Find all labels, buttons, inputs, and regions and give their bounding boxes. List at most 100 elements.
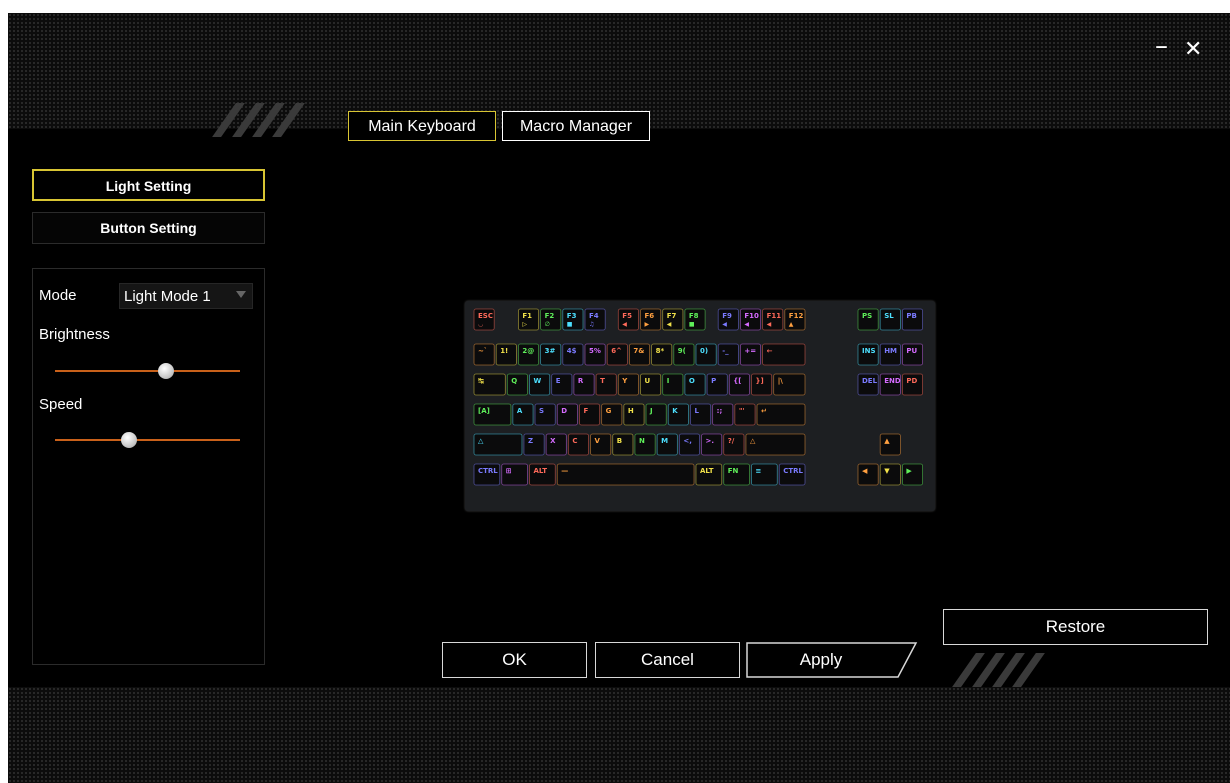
- restore-button[interactable]: Restore: [943, 609, 1208, 645]
- svg-text:F12: F12: [789, 312, 804, 320]
- svg-text:—: —: [561, 467, 568, 475]
- key: "': [734, 403, 756, 426]
- key: |\: [773, 373, 806, 396]
- sidebar-item-button-setting[interactable]: Button Setting: [32, 212, 265, 244]
- minimize-icon[interactable]: –: [1155, 33, 1168, 59]
- svg-text:Z: Z: [528, 437, 533, 445]
- svg-text:Y: Y: [621, 377, 628, 385]
- svg-text:PD: PD: [906, 377, 917, 385]
- key: F7◀: [662, 308, 684, 331]
- svg-text:F2: F2: [545, 312, 555, 320]
- key: -_: [717, 343, 739, 366]
- svg-text:■: ■: [567, 321, 573, 328]
- svg-text:△: △: [478, 437, 484, 445]
- tab-macro-manager[interactable]: Macro Manager: [502, 111, 650, 141]
- ok-button[interactable]: OK: [442, 642, 587, 678]
- svg-text:F: F: [583, 407, 588, 415]
- svg-text:◀: ◀: [667, 321, 672, 328]
- key: G: [601, 403, 623, 426]
- svg-text:D: D: [561, 407, 567, 415]
- key: 9(: [673, 343, 695, 366]
- svg-text:0): 0): [700, 347, 708, 355]
- svg-text:▲: ▲: [789, 321, 794, 328]
- svg-text:R: R: [578, 377, 584, 385]
- svg-text:⊞: ⊞: [506, 467, 512, 475]
- key: F2∅: [540, 308, 562, 331]
- key: ↹: [473, 373, 506, 396]
- svg-text:I: I: [667, 377, 670, 385]
- nav-key: ◀: [857, 463, 879, 486]
- svg-text:PS: PS: [862, 312, 872, 320]
- svg-text:ALT: ALT: [534, 467, 548, 475]
- svg-text:△: △: [750, 437, 756, 445]
- svg-text:▶: ▶: [645, 321, 650, 328]
- svg-text:♫: ♫: [589, 321, 594, 328]
- key: 8*: [651, 343, 673, 366]
- svg-text:Q: Q: [511, 377, 517, 385]
- key: [A]: [473, 403, 512, 426]
- svg-text:←: ←: [767, 347, 773, 355]
- svg-text:-_: -_: [722, 347, 729, 355]
- key: A: [512, 403, 534, 426]
- svg-text:▶: ▶: [906, 467, 912, 475]
- svg-text:J: J: [649, 407, 653, 415]
- key: 5%: [584, 343, 606, 366]
- svg-text:~`: ~`: [478, 347, 487, 355]
- svg-text:PB: PB: [906, 312, 916, 320]
- brightness-slider-thumb[interactable]: [158, 363, 174, 379]
- key: V: [590, 433, 612, 456]
- key: +=: [739, 343, 761, 366]
- svg-text:F9: F9: [722, 312, 732, 320]
- apply-button[interactable]: Apply: [746, 642, 918, 678]
- svg-text:F4: F4: [589, 312, 599, 320]
- svg-text:◀: ◀: [767, 321, 772, 328]
- footer-texture: [8, 687, 1230, 783]
- brightness-slider[interactable]: [55, 363, 240, 379]
- speed-slider[interactable]: [55, 432, 240, 448]
- speed-slider-thumb[interactable]: [121, 432, 137, 448]
- key: X: [545, 433, 567, 456]
- sidebar-item-light-setting[interactable]: Light Setting: [32, 169, 265, 201]
- mode-select-value: Light Mode 1: [124, 288, 211, 305]
- svg-text:SL: SL: [884, 312, 894, 320]
- key: S: [534, 403, 556, 426]
- nav-key: ▲: [879, 433, 901, 456]
- svg-text:◀: ◀: [862, 467, 868, 475]
- svg-text:}]: }]: [756, 377, 764, 385]
- speed-slider-track: [55, 439, 240, 441]
- svg-text:↵: ↵: [761, 407, 767, 415]
- svg-text:CTRL: CTRL: [783, 467, 803, 475]
- key: ⊞: [501, 463, 528, 486]
- key: P: [706, 373, 728, 396]
- mode-select[interactable]: Light Mode 1: [119, 283, 253, 309]
- tab-main-keyboard[interactable]: Main Keyboard: [348, 111, 496, 141]
- key: :;: [712, 403, 734, 426]
- svg-text:S: S: [539, 407, 544, 415]
- close-icon[interactable]: ✕: [1184, 37, 1202, 63]
- svg-text:8*: 8*: [656, 347, 665, 355]
- svg-text:F7: F7: [667, 312, 677, 320]
- light-settings-panel: Mode Light Mode 1 Brightness Speed: [32, 268, 265, 665]
- svg-text:F11: F11: [767, 312, 782, 320]
- key: 7&: [628, 343, 650, 366]
- key: K: [667, 403, 689, 426]
- key: F: [579, 403, 601, 426]
- svg-text:1!: 1!: [500, 347, 508, 355]
- svg-text:▼: ▼: [884, 467, 890, 475]
- key: F1▷: [518, 308, 540, 331]
- svg-text:C: C: [572, 437, 577, 445]
- svg-text:U: U: [645, 377, 651, 385]
- key: ESC◡: [473, 308, 495, 331]
- svg-text:V: V: [595, 437, 601, 445]
- key: F11◀: [762, 308, 784, 331]
- svg-text:M: M: [661, 437, 668, 445]
- svg-text:∅: ∅: [545, 321, 550, 328]
- key: 3#: [540, 343, 562, 366]
- svg-text:X: X: [550, 437, 556, 445]
- nav-key: SL: [879, 308, 901, 331]
- svg-text:◡: ◡: [478, 321, 483, 328]
- cancel-button[interactable]: Cancel: [595, 642, 740, 678]
- key: Q: [506, 373, 528, 396]
- svg-text:P: P: [711, 377, 716, 385]
- svg-text:W: W: [534, 377, 542, 385]
